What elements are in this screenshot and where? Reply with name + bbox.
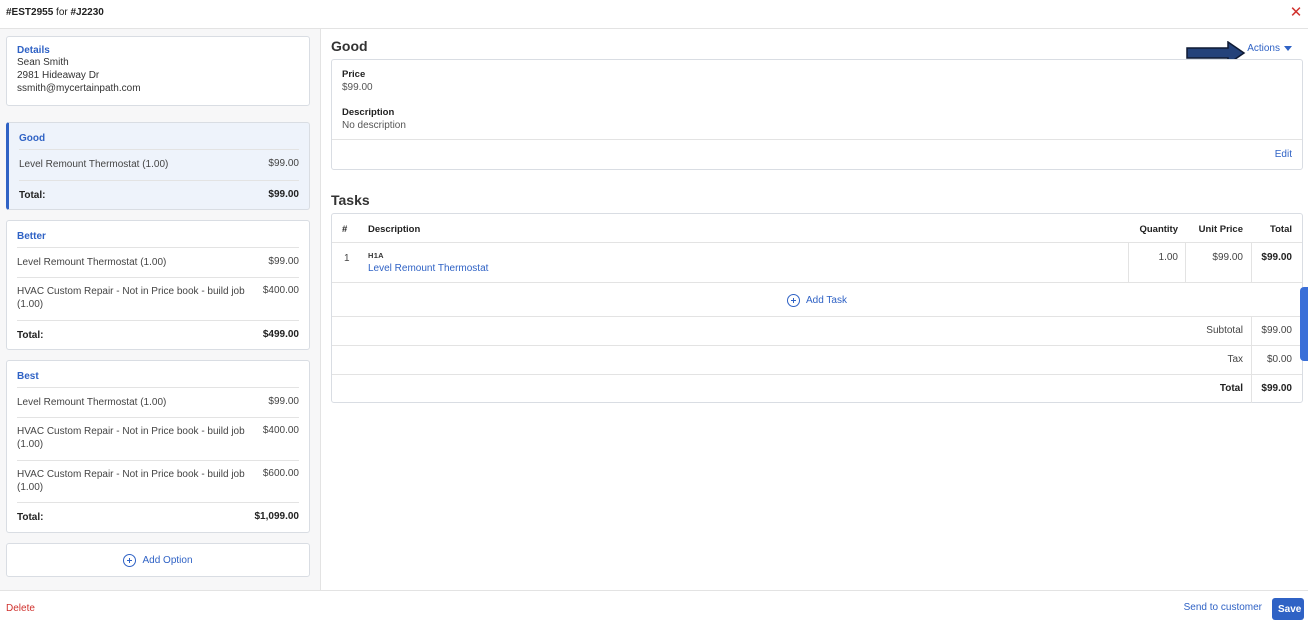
- line-item-amount: $400.00: [262, 285, 299, 296]
- customer-details-card: Details Sean Smith 2981 Hideaway Dr ssmi…: [6, 36, 310, 106]
- option-total-amount: $1,099.00: [254, 511, 300, 522]
- option-name: Good: [19, 133, 46, 144]
- options-sidebar: Details Sean Smith 2981 Hideaway Dr ssmi…: [0, 29, 321, 590]
- option-total-amount: $499.00: [262, 329, 299, 340]
- customer-email: ssmith@mycertainpath.com: [17, 83, 141, 94]
- divider: [1185, 242, 1186, 282]
- tax-value: $0.00: [1266, 354, 1292, 365]
- actions-label: Actions: [1247, 43, 1280, 54]
- subtotal-label: Subtotal: [1206, 325, 1243, 336]
- line-item-amount: $400.00: [262, 425, 299, 436]
- task-unit-price: $99.00: [1212, 252, 1243, 263]
- option-total-label: Total:: [17, 512, 44, 523]
- plus-circle-icon: [123, 553, 137, 567]
- for-text: for: [56, 7, 68, 18]
- task-num: 1: [344, 253, 350, 264]
- option-total-label: Total:: [19, 190, 46, 201]
- divider: [1251, 316, 1252, 403]
- estimate-id: #EST2955: [6, 7, 54, 18]
- divider: [332, 282, 1302, 283]
- col-header-total: Total: [1270, 224, 1292, 235]
- divider: [332, 316, 1302, 317]
- delete-link[interactable]: Delete: [6, 603, 35, 614]
- task-total: $99.00: [1261, 252, 1292, 263]
- edit-link[interactable]: Edit: [1275, 149, 1292, 160]
- option-name: Better: [17, 231, 46, 242]
- add-option-label: Add Option: [142, 554, 193, 566]
- price-label: Price: [342, 69, 366, 80]
- line-item-desc: Level Remount Thermostat (1.00): [17, 397, 167, 408]
- line-item-desc: HVAC Custom Repair - Not in Price book -…: [17, 426, 245, 450]
- divider: [332, 374, 1302, 375]
- option-line-item: Level Remount Thermostat (1.00) $99.00: [19, 149, 299, 180]
- line-item-amount: $99.00: [268, 396, 299, 407]
- line-item-desc: Level Remount Thermostat (1.00): [17, 257, 167, 268]
- line-item-amount: $99.00: [268, 158, 299, 169]
- actions-dropdown[interactable]: Actions: [1247, 43, 1292, 54]
- line-item-desc: Level Remount Thermostat (1.00): [19, 159, 169, 170]
- save-button[interactable]: Save: [1272, 598, 1304, 620]
- col-header-num: #: [342, 224, 348, 235]
- option-title: Good: [331, 38, 368, 54]
- option-line-item: HVAC Custom Repair - Not in Price book -…: [17, 417, 299, 460]
- option-card-better[interactable]: Better Level Remount Thermostat (1.00) $…: [6, 220, 310, 350]
- price-value: $99.00: [342, 82, 373, 93]
- col-header-quantity: Quantity: [1139, 224, 1178, 235]
- col-header-unit-price: Unit Price: [1198, 224, 1243, 235]
- job-id: #J2230: [70, 7, 104, 18]
- customer-address: 2981 Hideaway Dr: [17, 70, 100, 81]
- tax-label: Tax: [1227, 354, 1243, 365]
- line-item-amount: $600.00: [262, 468, 299, 479]
- description-label: Description: [342, 107, 395, 118]
- line-item-desc: HVAC Custom Repair - Not in Price book -…: [17, 286, 245, 310]
- option-line-item: HVAC Custom Repair - Not in Price book -…: [17, 277, 299, 320]
- option-summary-card: Price $99.00 Description No description …: [331, 59, 1303, 170]
- description-value: No description: [342, 120, 406, 131]
- estimate-title: #EST2955 for #J2230: [6, 7, 104, 18]
- option-name: Best: [17, 371, 39, 382]
- task-name-link[interactable]: Level Remount Thermostat: [368, 263, 488, 274]
- divider: [332, 139, 1302, 140]
- grand-total-value: $99.00: [1261, 383, 1292, 394]
- modal-header: #EST2955 for #J2230 ✕: [0, 0, 1308, 29]
- divider: [1128, 242, 1129, 282]
- tasks-heading: Tasks: [331, 192, 370, 208]
- option-total-label: Total:: [17, 330, 44, 341]
- subtotal-value: $99.00: [1261, 325, 1292, 336]
- task-code: H1A: [368, 251, 384, 260]
- option-line-item: HVAC Custom Repair - Not in Price book -…: [17, 460, 299, 502]
- grand-total-label: Total: [1219, 383, 1243, 394]
- details-label: Details: [17, 45, 50, 56]
- add-option-button[interactable]: Add Option: [6, 543, 310, 577]
- add-task-button[interactable]: Add Task: [332, 284, 1302, 316]
- add-task-label: Add Task: [806, 294, 847, 306]
- option-total-row: Total: $1,099.00: [17, 502, 299, 530]
- option-total-row: Total: $99.00: [19, 180, 299, 208]
- plus-circle-icon: [787, 293, 801, 307]
- task-quantity: 1.00: [1158, 252, 1178, 263]
- option-card-good[interactable]: Good Level Remount Thermostat (1.00) $99…: [6, 122, 310, 210]
- option-line-item: Level Remount Thermostat (1.00) $99.00: [17, 247, 299, 277]
- col-header-description: Description: [368, 224, 421, 235]
- modal-footer: Delete Send to customer Save: [0, 590, 1308, 622]
- option-line-item: Level Remount Thermostat (1.00) $99.00: [17, 387, 299, 417]
- divider: [332, 242, 1302, 243]
- close-icon[interactable]: ✕: [1288, 5, 1304, 21]
- divider: [332, 345, 1302, 346]
- line-item-desc: HVAC Custom Repair - Not in Price book -…: [17, 469, 245, 493]
- feedback-side-tab[interactable]: [1300, 287, 1308, 361]
- send-to-customer-link[interactable]: Send to customer: [1184, 602, 1262, 613]
- option-card-best[interactable]: Best Level Remount Thermostat (1.00) $99…: [6, 360, 310, 533]
- divider: [1251, 242, 1252, 282]
- option-total-amount: $99.00: [268, 189, 299, 200]
- tasks-table: # Description Quantity Unit Price Total …: [331, 213, 1303, 403]
- line-item-amount: $99.00: [268, 256, 299, 267]
- option-total-row: Total: $499.00: [17, 320, 299, 348]
- caret-down-icon: [1284, 45, 1292, 51]
- customer-name: Sean Smith: [17, 57, 69, 68]
